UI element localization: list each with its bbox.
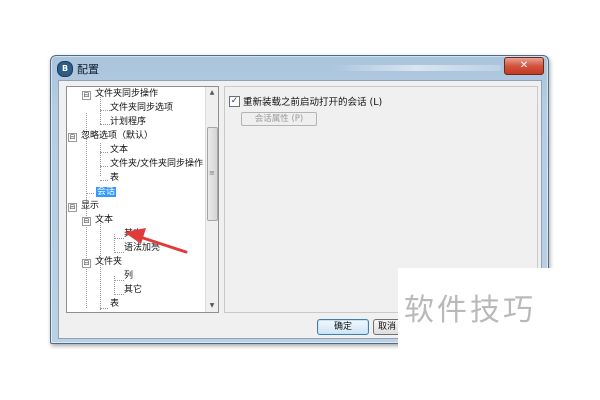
tree-item-label: 列 xyxy=(124,271,134,281)
tree-item-label: 表 xyxy=(110,299,120,309)
ok-button[interactable]: 确定 xyxy=(317,319,369,335)
tree-item-label: 会话 xyxy=(96,187,117,197)
tree-content: ⊟ 文件夹同步操作 文件夹同步选项 计划程序 ⊟ 忽略选项（默认） 文本 文件夹 xyxy=(67,87,205,312)
settings-tree[interactable]: ⊟ 文件夹同步操作 文件夹同步选项 计划程序 ⊟ 忽略选项（默认） 文本 文件夹 xyxy=(66,86,219,313)
tree-guide-line xyxy=(100,166,108,167)
scroll-thumb[interactable]: ≡ xyxy=(207,127,218,221)
tree-item-label: 语法加亮 xyxy=(124,243,161,253)
reopen-sessions-label[interactable]: 重新装载之前启动打开的会话 (L) xyxy=(243,94,382,108)
grip-icon: ≡ xyxy=(209,169,215,177)
app-logo-icon: B xyxy=(57,61,73,77)
title-bar-glare xyxy=(331,65,501,71)
scroll-up-icon[interactable]: ▲ xyxy=(207,88,217,98)
tree-item-text-other[interactable]: 其它 xyxy=(124,228,142,241)
tree-guide-line xyxy=(100,308,108,309)
tree-item-scheduler[interactable]: 计划程序 xyxy=(110,116,146,129)
close-button[interactable]: ✕ xyxy=(504,57,544,75)
tree-item-folder-other[interactable]: 其它 xyxy=(124,284,142,297)
collapse-icon[interactable]: ⊟ xyxy=(82,91,91,100)
tree-item-display[interactable]: ⊟ 显示 xyxy=(68,200,99,213)
tree-guide-line xyxy=(100,152,108,153)
tree-scrollbar[interactable]: ▲ ≡ ▼ xyxy=(205,87,218,312)
tree-guide-line xyxy=(114,294,124,295)
tree-item-ignore-options[interactable]: ⊟ 忽略选项（默认） xyxy=(68,130,153,143)
tree-guide-line xyxy=(114,238,124,239)
tree-item-syntax-highlight[interactable]: 语法加亮 xyxy=(124,242,160,255)
tree-item-table[interactable]: 表 xyxy=(110,172,119,185)
tree-item-folder-sync-options[interactable]: 文件夹同步选项 xyxy=(110,102,173,115)
title-bar[interactable]: B 配置 ✕ xyxy=(51,56,548,79)
session-properties-button[interactable]: 会话属性 (P) xyxy=(241,112,317,126)
tree-item-label: 显示 xyxy=(81,201,100,211)
tree-item-text[interactable]: 文本 xyxy=(110,144,128,157)
tree-item-display-folder[interactable]: ⊟ 文件夹 xyxy=(82,256,122,269)
tree-item-label: 其它 xyxy=(124,229,143,239)
tree-item-folder-folder-sync[interactable]: 文件夹/文件夹同步操作 xyxy=(110,158,203,171)
collapse-icon[interactable]: ⊟ xyxy=(68,133,77,142)
tree-guide-line xyxy=(114,234,115,253)
tree-item-label: 其它 xyxy=(124,285,143,295)
tree-guide-line xyxy=(114,252,124,253)
tree-guide-line xyxy=(100,143,101,176)
tree-guide-line xyxy=(114,280,124,281)
tree-guide-line xyxy=(114,276,115,295)
tree-item-label: 文本 xyxy=(95,215,114,225)
tree-item-label: 文件夹 xyxy=(95,257,123,267)
tree-item-label: 文件夹同步操作 xyxy=(95,89,159,99)
tree-item-folder-sync-ops[interactable]: ⊟ 文件夹同步操作 xyxy=(82,88,158,101)
tree-item-columns[interactable]: 列 xyxy=(124,270,133,283)
tree-guide-line xyxy=(86,193,94,194)
window-title: 配置 xyxy=(77,63,99,76)
collapse-icon[interactable]: ⊟ xyxy=(68,203,77,212)
collapse-icon[interactable]: ⊟ xyxy=(82,259,91,268)
watermark-text: 软件技巧 xyxy=(404,293,536,328)
tree-item-display-text[interactable]: ⊟ 文本 xyxy=(82,214,113,227)
tree-item-label: 文件夹/文件夹同步操作 xyxy=(110,159,204,169)
scroll-down-icon[interactable]: ▼ xyxy=(207,301,217,311)
tree-item-label: 文本 xyxy=(110,145,129,155)
tree-item-label: 计划程序 xyxy=(110,117,147,127)
tree-item-label: 文件夹同步选项 xyxy=(110,103,174,113)
tree-item-label: 表 xyxy=(110,173,120,183)
tree-item-label: 忽略选项（默认） xyxy=(81,131,154,141)
tree-item-session[interactable]: 会话 xyxy=(96,186,117,199)
tree-item-display-table[interactable]: 表 xyxy=(110,298,119,311)
collapse-icon[interactable]: ⊟ xyxy=(82,217,91,226)
tree-guide-line xyxy=(100,180,108,181)
reopen-sessions-checkbox[interactable]: ✓ xyxy=(229,96,240,107)
